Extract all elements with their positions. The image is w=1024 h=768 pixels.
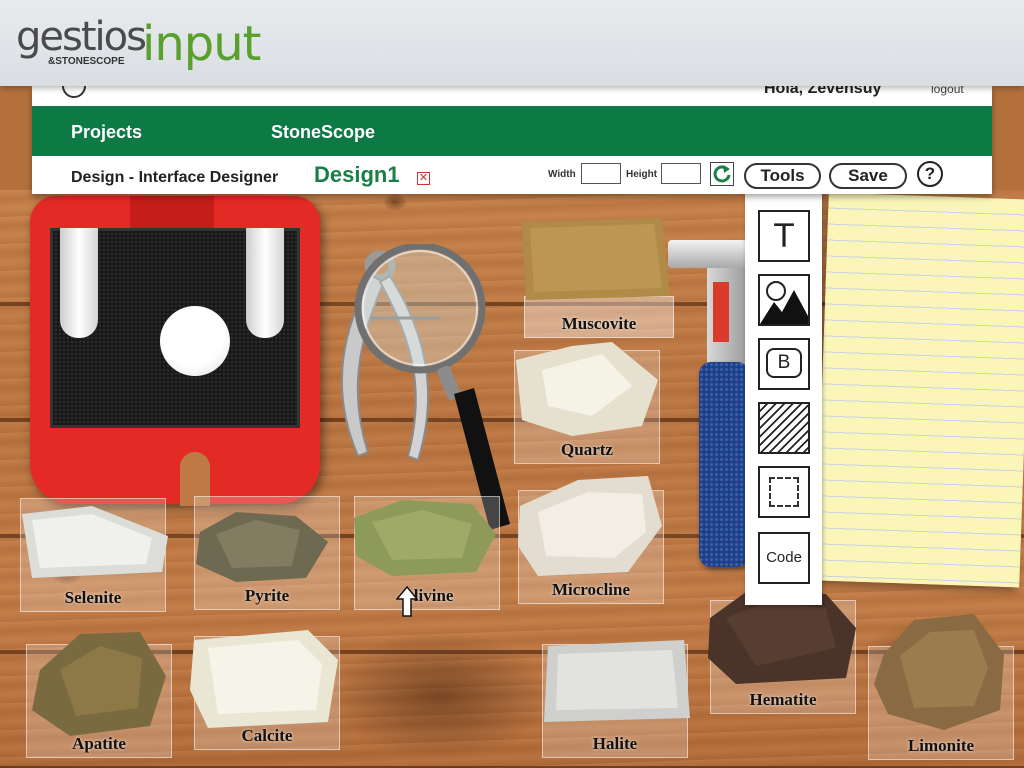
close-design-icon[interactable]: ✕ <box>417 172 430 185</box>
hammer-label <box>713 282 729 342</box>
text-tool-button[interactable]: T <box>758 210 810 262</box>
button-tool-icon: B <box>766 348 802 378</box>
hatch-pattern-icon <box>760 404 808 452</box>
designer-toolbar: Design - Interface Designer Design1 ✕ Wi… <box>32 156 992 194</box>
logo-stonescope: STONESCOPE <box>55 56 125 67</box>
refresh-icon <box>713 165 731 183</box>
microcline-rock-image <box>518 476 662 576</box>
user-avatar-icon[interactable] <box>62 86 86 98</box>
height-input[interactable] <box>661 163 701 184</box>
specimen-label: Microcline <box>551 580 631 599</box>
logo-gestios-text: gestios <box>16 14 147 60</box>
help-icon[interactable]: ? <box>917 161 943 187</box>
tools-button[interactable]: Tools <box>744 163 821 189</box>
height-label: Height <box>626 169 658 180</box>
apatite-rock-image <box>32 632 166 736</box>
specimen-label: Halite <box>592 734 638 753</box>
red-toolbox <box>30 196 320 506</box>
toolbox-foam-insert <box>50 228 300 428</box>
specimen-label: Muscovite <box>561 314 637 333</box>
design-name[interactable]: Design1 <box>314 162 400 188</box>
main-nav-bar: Projects StoneScope <box>32 106 992 156</box>
hammer-grip <box>699 362 749 567</box>
specimen-label: Limonite <box>907 736 975 755</box>
quartz-rock-image <box>516 342 658 436</box>
pattern-tool-button[interactable] <box>758 402 810 454</box>
wood-stain <box>330 630 550 760</box>
specimen-label: Selenite <box>64 588 122 607</box>
image-tool-button[interactable] <box>758 274 810 326</box>
dashed-region-icon <box>769 477 799 507</box>
save-button[interactable]: Save <box>829 163 907 189</box>
vial <box>246 228 284 338</box>
wood-knot <box>384 194 406 210</box>
specimen-label: Pyrite <box>244 586 290 605</box>
image-icon <box>760 281 808 324</box>
gestios-input-logo: gestios &STONESCOPE input <box>16 14 276 80</box>
nav-projects[interactable]: Projects <box>71 122 142 143</box>
code-tool-label: Code <box>766 549 802 566</box>
hammer-head <box>668 240 754 268</box>
nav-stonescope[interactable]: StoneScope <box>271 122 375 143</box>
vial <box>60 228 98 338</box>
width-label: Width <box>548 169 576 180</box>
logo-stonescope-text: &STONESCOPE <box>48 56 125 67</box>
button-tool-button[interactable]: B <box>758 338 810 390</box>
limonite-rock-image <box>874 614 1004 730</box>
legal-notepad <box>815 192 1024 588</box>
selenite-rock-image <box>22 506 168 578</box>
user-bar: Hola, Zevensuy logout <box>32 86 992 106</box>
region-tool-button[interactable] <box>758 466 810 518</box>
app-window: Hola, Zevensuy logout Projects StoneScop… <box>32 86 992 194</box>
specimen-label: Hematite <box>749 690 817 709</box>
gestios-banner: gestios &STONESCOPE input <box>0 0 1024 86</box>
calcite-rock-image <box>190 630 338 728</box>
halite-rock-image <box>544 640 690 722</box>
tools-palette: T B Code <box>745 190 822 605</box>
width-input[interactable] <box>581 163 621 184</box>
olivine-rock-image <box>354 500 496 576</box>
page-title: Design - Interface Designer <box>71 169 279 186</box>
text-tool-icon: T <box>774 217 794 255</box>
code-tool-button[interactable]: Code <box>758 532 810 584</box>
specimen-label: Quartz <box>561 440 613 459</box>
logout-link[interactable]: logout <box>931 86 964 96</box>
muscovite-rock-image <box>522 218 670 300</box>
refresh-button[interactable] <box>710 162 734 186</box>
pyrite-rock-image <box>196 512 328 582</box>
cursor-pointer-icon <box>396 586 418 617</box>
specimen-label: Olivine <box>400 586 454 605</box>
button-tool-glyph: B <box>777 352 791 373</box>
user-greeting: Hola, Zevensuy <box>764 86 882 97</box>
streak-dish <box>160 306 230 376</box>
specimen-card-muscovite[interactable]: Muscovite <box>524 296 674 338</box>
logo-input-text: input <box>142 16 261 72</box>
